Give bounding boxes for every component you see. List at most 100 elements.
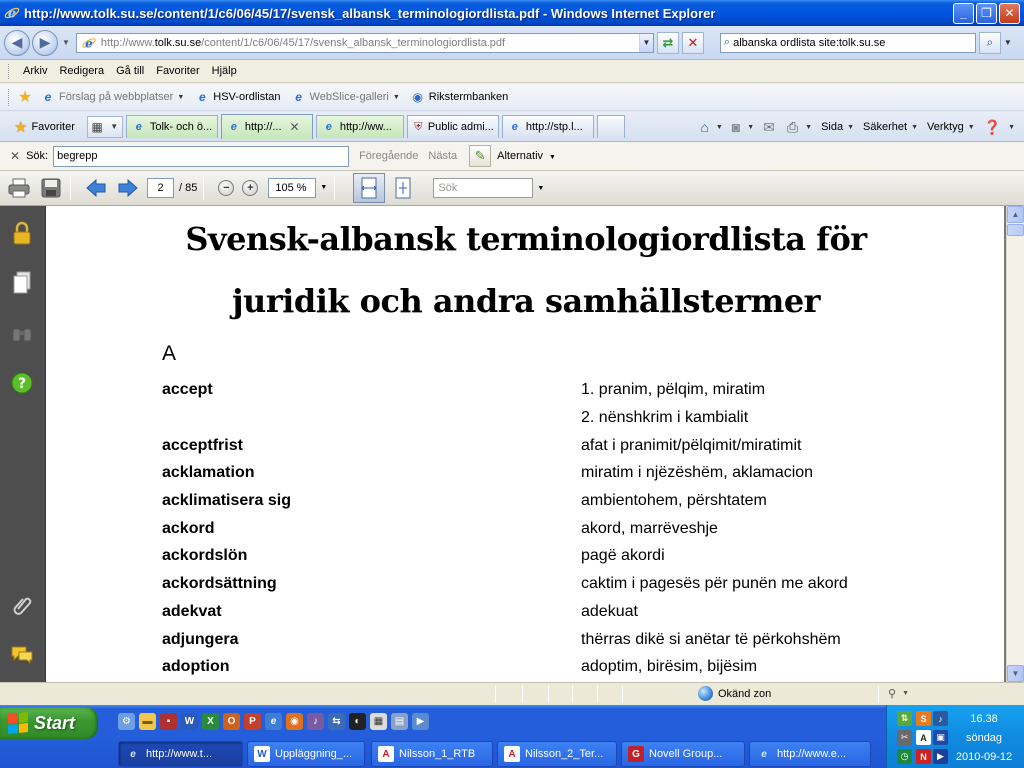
tray-tools-icon[interactable]: ✂ [897, 730, 912, 745]
network-icon[interactable]: ⇆ [328, 713, 345, 730]
new-tab-button[interactable] [596, 115, 625, 138]
excel-icon[interactable]: X [202, 713, 219, 730]
security-zone[interactable]: Okänd zon [698, 686, 771, 701]
pdf-search-input[interactable]: Sök [433, 178, 534, 198]
vertical-scrollbar[interactable]: ▲ ▼ [1006, 206, 1024, 682]
pdf-save-button[interactable] [38, 175, 64, 201]
tray-text-icon[interactable]: A [916, 730, 931, 745]
tab-4[interactable]: ⛨ Public admi... [406, 115, 499, 138]
minimize-button[interactable]: _ [953, 2, 974, 24]
taskbar-button-pdf-1[interactable]: A Nilsson_1_RTB [371, 741, 493, 767]
stop-button[interactable]: ✕ [681, 31, 704, 54]
settings-icon[interactable]: ⚙ [118, 713, 135, 730]
quick-tabs-button[interactable]: ▦ ▼ [86, 115, 123, 138]
scroll-down-button[interactable]: ▼ [1007, 665, 1024, 682]
search-options-dropdown[interactable]: ▼ [1004, 38, 1012, 47]
find-previous-button[interactable]: Föregående [359, 150, 418, 162]
safety-menu[interactable]: Säkerhet ▼ [863, 121, 918, 133]
pages-icon[interactable] [9, 270, 35, 296]
favorites-add-star-icon[interactable]: ★ [17, 89, 36, 106]
taskbar-button-groupwise[interactable]: G Novell Group... [621, 741, 745, 767]
close-tab-icon[interactable]: ✕ [290, 120, 300, 134]
restore-button[interactable]: ❐ [976, 2, 997, 24]
lock-icon[interactable] [9, 220, 35, 246]
comments-icon[interactable] [9, 642, 35, 668]
tab-3[interactable]: e http://ww... [315, 115, 404, 138]
menu-help[interactable]: Hjälp [206, 65, 243, 77]
recent-pages-dropdown[interactable]: ▼ [62, 38, 70, 47]
close-find-bar-icon[interactable]: ✕ [10, 149, 20, 163]
close-window-button[interactable]: ✕ [999, 2, 1020, 24]
link-rikstermbanken[interactable]: ◉ Rikstermbanken [410, 89, 509, 105]
save-icon[interactable]: ▪ [160, 713, 177, 730]
clock[interactable]: 16.38 [949, 713, 1019, 725]
taskbar-button-ie-2[interactable]: e http://www.e... [749, 741, 871, 767]
find-next-button[interactable]: Nästa [428, 150, 457, 162]
back-button[interactable]: ◀ [4, 29, 30, 56]
document-icon[interactable]: ▤ [391, 713, 408, 730]
refresh-button[interactable]: ⇄ [656, 31, 679, 54]
address-bar[interactable]: e http://www.tolk.su.se/content/1/c6/06/… [75, 32, 654, 53]
tray-play-icon[interactable]: ▶ [933, 749, 948, 764]
scroll-up-button[interactable]: ▲ [1007, 206, 1024, 223]
page-number-input[interactable]: 2 [147, 178, 174, 198]
pdf-document-view[interactable]: Svensk-albansk terminologiordlista för j… [46, 206, 1006, 682]
toolbar-grip[interactable] [8, 88, 11, 106]
feeds-button[interactable]: ◙ ▼ [732, 119, 754, 135]
search-input[interactable]: ⌕ albanska ordlista site:tolk.su.se [719, 32, 976, 53]
tab-2-active[interactable]: e http://... ✕ [220, 114, 313, 139]
pdf-print-button[interactable] [6, 175, 32, 201]
status-zoom-button[interactable]: ⚲ ▼ [888, 687, 909, 700]
next-page-button[interactable] [115, 175, 141, 201]
tab-1[interactable]: e Tolk- och ö... [125, 115, 218, 138]
zoom-in-button[interactable]: + [242, 180, 259, 196]
fit-width-button[interactable] [353, 173, 386, 203]
start-button[interactable]: Start [0, 707, 98, 739]
address-url[interactable]: http://www.tolk.su.se/content/1/c6/06/45… [101, 37, 639, 49]
tab-5[interactable]: e http://stp.l... [501, 115, 594, 138]
link-hsv-ordlistan[interactable]: e HSV-ordlistan [194, 89, 281, 105]
network-tray-icon[interactable]: ⇅ [897, 711, 912, 726]
folder-icon[interactable]: ▬ [139, 713, 156, 730]
print-button[interactable]: ⎙ ▼ [787, 119, 812, 136]
link-suggested-sites[interactable]: e Förslag på webbplatser ▼ [40, 89, 185, 105]
tools-menu[interactable]: Verktyg ▼ [927, 121, 975, 133]
powerpoint-icon[interactable]: P [244, 713, 261, 730]
home-button[interactable]: ⌂ ▼ [700, 119, 722, 135]
scrollbar-thumb[interactable] [1007, 224, 1024, 236]
search-go-button[interactable]: ⌕ [978, 31, 1001, 54]
outlook-icon[interactable]: O [223, 713, 240, 730]
window-title-bar[interactable]: e http://www.tolk.su.se/content/1/c6/06/… [0, 0, 1024, 26]
forward-button[interactable]: ▶ [32, 29, 58, 56]
tray-n-icon[interactable]: N [916, 749, 931, 764]
address-dropdown-button[interactable]: ▼ [638, 33, 653, 52]
highlight-pen-icon[interactable]: ✎ [469, 145, 492, 167]
tray-app-icon[interactable]: S [916, 711, 931, 726]
tray-clock-icon[interactable]: ◷ [897, 749, 912, 764]
find-input[interactable] [53, 145, 350, 167]
firefox-icon[interactable]: ◉ [286, 713, 303, 730]
binoculars-icon[interactable] [9, 320, 35, 346]
fit-page-button[interactable] [387, 173, 419, 203]
word-icon[interactable]: W [181, 713, 198, 730]
zoom-out-button[interactable]: − [218, 180, 235, 196]
find-options-button[interactable]: Alternativ ▼ [497, 150, 556, 162]
volume-icon[interactable]: ♪ [933, 711, 948, 726]
help-button[interactable]: ❓ ▼ [984, 119, 1015, 136]
help-icon[interactable]: ? [9, 370, 35, 396]
calculator-icon[interactable]: ▦ [370, 713, 387, 730]
zoom-level-select[interactable]: 105 % ▼ [268, 178, 327, 198]
page-menu[interactable]: Sida ▼ [821, 121, 854, 133]
pdf-search-dropdown[interactable]: ▼ [537, 185, 544, 192]
link-webslice-gallery[interactable]: e WebSlice-galleri ▼ [291, 89, 400, 105]
favorites-center-button[interactable]: ★ Favoriter [0, 118, 83, 136]
read-mail-button[interactable]: ✉ [763, 119, 778, 136]
taskbar-button-word[interactable]: W Uppläggning_... [247, 741, 365, 767]
speed-icon[interactable]: ◐ [349, 713, 366, 730]
player-icon[interactable]: ▶ [412, 713, 429, 730]
toolbar-grip[interactable] [8, 63, 11, 79]
menu-file[interactable]: Arkiv [17, 65, 53, 77]
taskbar-button-pdf-2[interactable]: A Nilsson_2_Ter... [497, 741, 617, 767]
menu-favorites[interactable]: Favoriter [150, 65, 205, 77]
ie-icon[interactable]: e [265, 713, 282, 730]
